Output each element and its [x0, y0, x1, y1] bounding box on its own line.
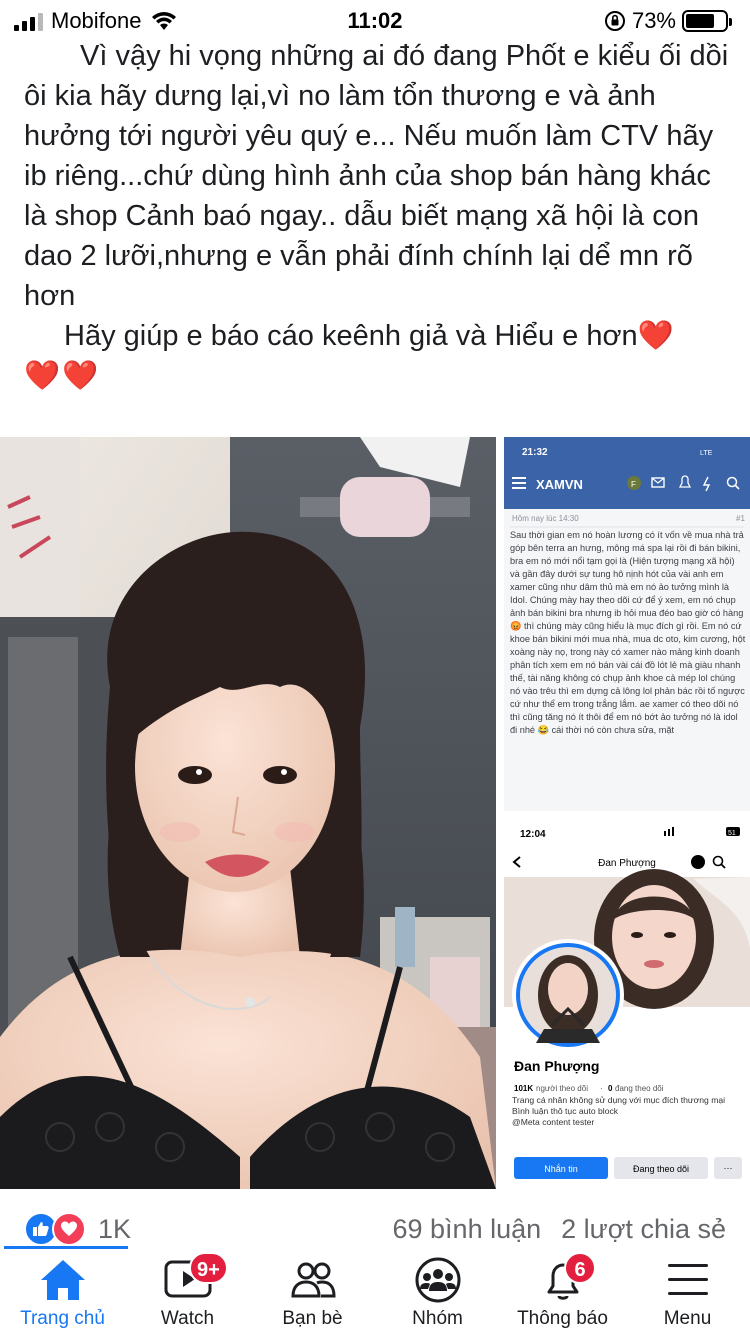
- notifications-badge: 6: [564, 1252, 596, 1284]
- forum-post-body: Sau thời gian em nó hoàn lương có ít vốn…: [510, 530, 746, 735]
- status-bar: Mobifone 11:02 73%: [0, 0, 750, 40]
- battery-icon: [682, 10, 732, 32]
- nav-item-groups[interactable]: Nhóm: [375, 1252, 500, 1334]
- nav-label-menu: Menu: [663, 1308, 712, 1329]
- profile-battery: 51: [728, 830, 736, 837]
- nav-label-notifications: Thông báo: [517, 1308, 608, 1329]
- forum-menu-icon: [512, 477, 526, 489]
- post-paragraph-2: Hãy giúp e báo cáo keênh giả và Hiểu e h…: [64, 320, 676, 352]
- menu-icon: [667, 1264, 708, 1295]
- forum-status: LTE: [700, 450, 713, 457]
- screenshot-profile[interactable]: 12:04 51 Đan Phượng Đan Phượng 101K ngườ…: [504, 819, 750, 1189]
- nav-item-home[interactable]: Trang chủ: [0, 1252, 125, 1334]
- post-text: Vì vậy hi vọng những ai đó đang Phốt e k…: [24, 36, 730, 396]
- forum-time: 21:32: [522, 447, 548, 458]
- profile-messenger-icon: [691, 855, 705, 869]
- comments-count[interactable]: 69 bình luận: [393, 1214, 542, 1245]
- forum-post-time: Hôm nay lúc 14:30: [512, 514, 579, 523]
- profile-bio-3: @Meta content tester: [512, 1117, 595, 1127]
- reaction-icons[interactable]: [24, 1212, 86, 1246]
- profile-title: Đan Phượng: [598, 858, 656, 869]
- svg-text:Đang theo dõi: Đang theo dõi: [633, 1164, 689, 1174]
- forum-site-name: XAMVN: [536, 477, 583, 492]
- reaction-underline: [4, 1246, 128, 1249]
- reactions-bar: 1K 69 bình luận 2 lượt chia sẻ: [0, 1208, 750, 1252]
- orientation-lock-icon: [604, 11, 625, 31]
- forum-post-number: #1: [736, 514, 745, 523]
- heart-emojis-line: ❤️❤️: [24, 360, 101, 392]
- post-paragraph-1: Vì vậy hi vọng những ai đó đang Phốt e k…: [24, 40, 729, 312]
- profile-name: Đan Phượng: [514, 1058, 599, 1074]
- status-right: 73%: [604, 8, 732, 34]
- svg-text:·: ·: [600, 1084, 603, 1093]
- reaction-count[interactable]: 1K: [98, 1214, 131, 1245]
- love-reaction-icon: [52, 1212, 86, 1246]
- shares-count[interactable]: 2 lượt chia sẻ: [561, 1214, 726, 1245]
- bottom-navigation: Trang chủ 9+ Watch Bạn bè Nhóm 6 Thông b…: [0, 1252, 750, 1334]
- profile-time: 12:04: [520, 829, 546, 840]
- nav-item-notifications[interactable]: 6 Thông báo: [500, 1252, 625, 1334]
- profile-bio-1: Trang cá nhân không sử dụng với mục đích…: [512, 1095, 726, 1105]
- nav-item-menu[interactable]: Menu: [625, 1252, 750, 1334]
- post-meta: 69 bình luận 2 lượt chia sẻ: [393, 1214, 727, 1245]
- nav-label-watch: Watch: [160, 1308, 215, 1329]
- nav-label-friends: Bạn bè: [282, 1308, 343, 1329]
- post-media[interactable]: 21:32 LTE XAMVN F Hôm nay lúc 14:30 #1 S…: [0, 437, 750, 1189]
- screenshot-forum[interactable]: 21:32 LTE XAMVN F Hôm nay lúc 14:30 #1 S…: [504, 437, 750, 811]
- profile-following-label: đang theo dõi: [615, 1084, 664, 1093]
- heart-emoji: ❤️: [637, 320, 676, 352]
- watch-badge: 9+: [189, 1252, 228, 1284]
- profile-bio-2: Bình luận thô tục auto block: [512, 1106, 619, 1116]
- battery-percent: 73%: [631, 8, 676, 33]
- groups-icon: [415, 1257, 460, 1303]
- nav-label-home: Trang chủ: [20, 1308, 105, 1329]
- nav-item-friends[interactable]: Bạn bè: [250, 1252, 375, 1334]
- svg-text:Nhắn tin: Nhắn tin: [544, 1164, 578, 1174]
- svg-text:···: ···: [724, 1163, 733, 1173]
- profile-followers-count: 101K: [514, 1084, 533, 1093]
- forum-avatar-letter: F: [631, 480, 636, 489]
- profile-followers-label: người theo dõi: [536, 1084, 588, 1093]
- friends-icon: [290, 1262, 336, 1298]
- nav-item-watch[interactable]: 9+ Watch: [125, 1252, 250, 1334]
- nav-label-groups: Nhóm: [412, 1308, 463, 1329]
- photo-selfie[interactable]: [0, 437, 496, 1189]
- profile-following-count: 0: [608, 1084, 613, 1093]
- home-icon: [40, 1260, 85, 1300]
